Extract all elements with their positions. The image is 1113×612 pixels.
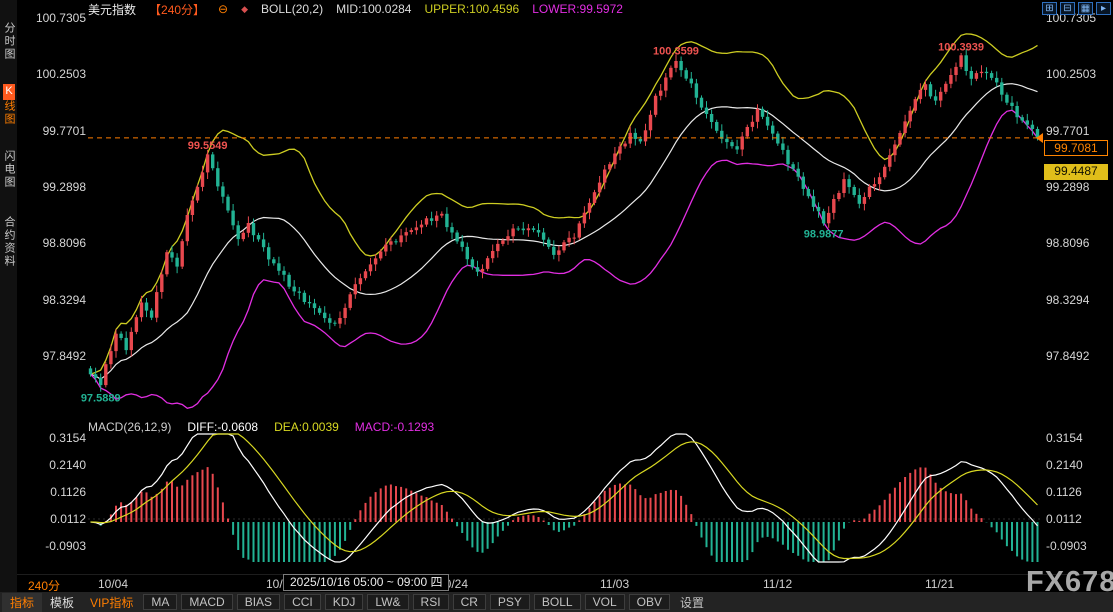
- macd-axis-label-left: 0.1126: [12, 485, 86, 499]
- toolbar-tab-indicator[interactable]: 指标: [2, 593, 42, 612]
- active-tab-marker: K: [3, 84, 15, 100]
- multi-panel-icon[interactable]: ▦: [1078, 2, 1093, 15]
- sidebar-tab-3[interactable]: 闪电图: [2, 150, 15, 189]
- x-axis-date-label: 11/03: [600, 577, 629, 591]
- secondary-price-badge: 99.4487: [1044, 164, 1108, 180]
- price-marker-arrow-icon: [1036, 133, 1043, 143]
- y-axis-label-left: 100.2503: [12, 67, 86, 81]
- indicator-button-psy[interactable]: PSY: [490, 594, 530, 610]
- candlestick-chart-canvas[interactable]: 97.5889 99.5549 100.3599 98.9877 100.3939: [0, 0, 1113, 612]
- toolbar-tab-vip[interactable]: VIP指标: [82, 593, 141, 612]
- x-axis-date-label: 10/04: [98, 577, 128, 591]
- macd-indicator-label: MACD(26,12,9): [88, 420, 171, 434]
- circle-minus-icon[interactable]: ⊖: [218, 2, 228, 16]
- y-axis-label-left: 97.8492: [12, 349, 86, 363]
- chart-header: 美元指数 【240分】 ⊖ ◆ BOLL(20,2) MID:100.0284 …: [88, 0, 623, 18]
- y-axis-label-right: 98.3294: [1046, 293, 1112, 307]
- macd-axis-label-left: 0.3154: [12, 431, 86, 445]
- window-controls: ⊞⊟▦▸: [1042, 2, 1111, 15]
- toolbar-tab-template[interactable]: 模板: [42, 593, 82, 612]
- macd-macd-value: MACD:-0.1293: [355, 420, 434, 434]
- y-axis-label-left: 98.8096: [12, 236, 86, 250]
- x-axis-date-label: 11/21: [925, 577, 954, 591]
- macd-header: MACD(26,12,9) DIFF:-0.0608 DEA:0.0039 MA…: [88, 420, 434, 434]
- boll-upper-value: UPPER:100.4596: [424, 2, 519, 16]
- macd-diff-value: DIFF:-0.0608: [187, 420, 258, 434]
- symbol-name: 美元指数: [88, 1, 136, 18]
- macd-axis-label-left: 0.2140: [12, 458, 86, 472]
- indicator-button-lw[interactable]: LW&: [367, 594, 408, 610]
- last-price-badge: 99.7081: [1044, 140, 1108, 156]
- y-axis-label-left: 98.3294: [12, 293, 86, 307]
- indicator-button-obv[interactable]: OBV: [629, 594, 670, 610]
- macd-axis-label-right: 0.1126: [1046, 485, 1112, 499]
- y-axis-label-right: 98.8096: [1046, 236, 1112, 250]
- macd-dea-value: DEA:0.0039: [274, 420, 339, 434]
- y-axis-label-right: 97.8492: [1046, 349, 1112, 363]
- indicator-button-cr[interactable]: CR: [453, 594, 486, 610]
- y-axis-label-right: 99.7701: [1046, 124, 1112, 138]
- boll-mid-value: MID:100.0284: [336, 2, 411, 16]
- time-range-tooltip: 2025/10/16 05:00 ~ 09:00 四: [283, 574, 449, 591]
- macd-axis-label-right: 0.3154: [1046, 431, 1112, 445]
- y-axis-label-left: 99.7701: [12, 124, 86, 138]
- indicator-button-ma[interactable]: MA: [143, 594, 177, 610]
- boll-indicator-label: BOLL(20,2): [261, 2, 323, 16]
- indicator-candle-icon: ◆: [241, 4, 248, 15]
- boll-lower-value: LOWER:99.5972: [532, 2, 623, 16]
- indicator-button-boll[interactable]: BOLL: [534, 594, 581, 610]
- y-axis-label-right: 99.2898: [1046, 180, 1112, 194]
- indicator-button-macd[interactable]: MACD: [181, 594, 232, 610]
- indicator-button-cci[interactable]: CCI: [284, 594, 321, 610]
- indicator-button-rsi[interactable]: RSI: [413, 594, 449, 610]
- bottom-toolbar: 指标模板VIP指标MAMACD BIASCCIKDJLW&RSICRPSYBOLL…: [0, 592, 1113, 612]
- svg-text:100.3939: 100.3939: [938, 42, 984, 54]
- period-tag: 【240分】: [149, 1, 205, 18]
- svg-text:97.5889: 97.5889: [81, 392, 121, 404]
- sidebar-tab-2[interactable]: K线图: [2, 84, 15, 126]
- svg-text:98.9877: 98.9877: [804, 228, 844, 240]
- settings-button[interactable]: 设置: [672, 593, 712, 612]
- grid-layout-icon[interactable]: ⊞: [1042, 2, 1057, 15]
- indicator-button-bias[interactable]: BIAS: [237, 594, 280, 610]
- trading-chart-app: 97.5889 99.5549 100.3599 98.9877 100.3939 分时…: [0, 0, 1113, 612]
- indicator-button-kdj[interactable]: KDJ: [325, 594, 364, 610]
- macd-axis-label-right: -0.0903: [1046, 539, 1112, 553]
- sidebar-tab-4[interactable]: 合约资料: [2, 216, 15, 268]
- left-sidebar: 分时图 K线图闪电图合约资料: [0, 0, 17, 592]
- x-axis-date-label: 11/12: [763, 577, 792, 591]
- svg-text:99.5549: 99.5549: [188, 140, 228, 152]
- y-axis-label-right: 100.2503: [1046, 67, 1112, 81]
- macd-axis-label-right: 0.0112: [1046, 512, 1112, 526]
- indicator-button-vol[interactable]: VOL: [585, 594, 625, 610]
- svg-text:100.3599: 100.3599: [653, 45, 699, 57]
- macd-axis-label-left: 0.0112: [12, 512, 86, 526]
- macd-axis-label-right: 0.2140: [1046, 458, 1112, 472]
- y-axis-label-left: 100.7305: [12, 11, 86, 25]
- expand-panel-icon[interactable]: ▸: [1096, 2, 1111, 15]
- macd-axis-label-left: -0.0903: [12, 539, 86, 553]
- y-axis-label-left: 99.2898: [12, 180, 86, 194]
- sidebar-tab-1[interactable]: 分时图: [2, 22, 15, 61]
- split-layout-icon[interactable]: ⊟: [1060, 2, 1075, 15]
